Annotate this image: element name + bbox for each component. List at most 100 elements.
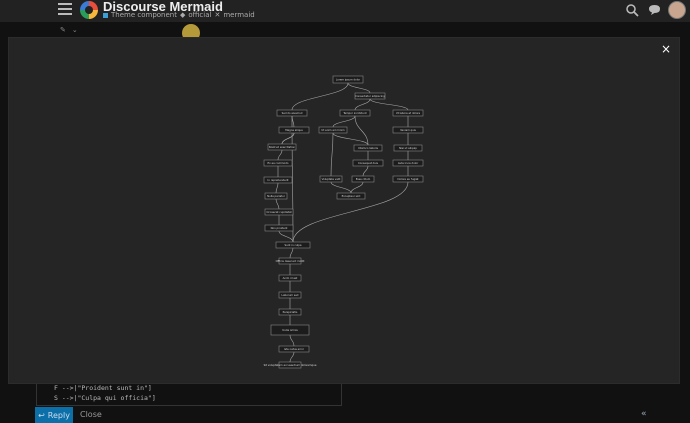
topic-meta: Theme component ◆ official ✕ mermaid <box>103 11 255 19</box>
flow-node-f: Magna aliqua <box>278 126 310 134</box>
flow-node-m: Consequat duis <box>352 159 384 167</box>
flow-node-label: Esse cillum <box>356 177 371 181</box>
tag-icon: ✕ <box>214 11 221 19</box>
flow-node-b: Consectetur adipiscing <box>354 92 386 100</box>
reply-button[interactable]: ↩ Reply <box>35 407 73 423</box>
flow-node-label: Non proident <box>271 226 288 230</box>
flow-edge <box>291 82 349 111</box>
flow-edge <box>275 182 279 194</box>
flow-edge <box>289 351 295 363</box>
flow-node-label: Sit voluptatem accusantium doloremque <box>264 363 317 367</box>
flow-node-label: Laborum sed <box>282 293 299 297</box>
flow-node-label: Consequat duis <box>358 161 379 165</box>
user-avatar[interactable] <box>668 1 686 19</box>
close-composer-link[interactable]: Close <box>80 410 102 419</box>
flow-node-label: Ex ea commodo <box>268 161 289 165</box>
dropdown-chevron-icon[interactable]: ⌄ <box>72 26 78 34</box>
flow-node-t: Excepteur sint <box>336 192 366 200</box>
flow-node-j: Ullamco laboris <box>353 144 383 152</box>
flow-node-s: Nulla pariatur <box>264 192 288 200</box>
flow-node-label: Unde omnis <box>282 328 298 332</box>
editor-line: F -->|"Proident sunt in"] <box>54 384 152 392</box>
flow-node-x: Officia deserunt mollit <box>276 257 305 265</box>
flow-edge <box>350 181 364 194</box>
editor-line: S -->|"Culpa qui officia"] <box>54 394 156 402</box>
flow-node-label: Ut enim ad minim <box>321 128 345 132</box>
flow-node-label: Aute irure dolor <box>398 161 419 165</box>
flow-edge <box>362 165 369 177</box>
flow-node-h: Veniam quis <box>392 126 424 134</box>
flow-node-label: Sed do eiusmod <box>282 111 303 115</box>
flow-node-label: Dolore eu fugiat <box>398 177 419 181</box>
collapse-icon[interactable]: « <box>641 409 647 419</box>
flow-node-r: Dolore eu fugiat <box>392 175 424 183</box>
chat-icon[interactable] <box>646 2 662 18</box>
flow-node-label: Nisi ut aliquip <box>399 146 417 150</box>
flow-node-ab: Unde omnis <box>270 324 310 336</box>
flow-node-d: Tempor incididunt <box>339 109 371 117</box>
flow-node-c: Sed do eiusmod <box>276 109 308 117</box>
flow-edge <box>275 198 280 210</box>
flow-node-l: Ex ea commodo <box>263 159 293 167</box>
tag-icon: ◆ <box>179 11 186 19</box>
search-icon[interactable] <box>624 2 640 18</box>
flow-node-label: Lorem ipsum dolor <box>336 77 361 81</box>
flow-edge <box>354 115 369 146</box>
site-logo[interactable] <box>80 1 98 19</box>
flow-edge <box>289 334 295 347</box>
flow-node-n: Aute irure dolor <box>392 159 424 167</box>
flow-node-label: Officia deserunt mollit <box>276 259 305 263</box>
flow-node-label: Voluptate velit <box>322 177 341 181</box>
site-header: Discourse Mermaid Theme component ◆ offi… <box>0 0 690 22</box>
flow-node-label: Consectetur adipiscing <box>355 94 385 98</box>
flow-node-y: Anim id est <box>278 274 302 282</box>
flow-node-u: Occaecat cupidatat <box>264 208 294 216</box>
pencil-icon[interactable]: ✎ <box>60 26 66 34</box>
flow-edge <box>354 98 371 111</box>
flow-edge <box>330 132 334 177</box>
flow-node-ad: Sit voluptatem accusantium doloremque <box>264 361 317 369</box>
composer-editor[interactable]: F -->|"Proident sunt in"] S -->|"Culpa q… <box>36 380 342 406</box>
flow-node-label: Tempor incididunt <box>343 111 366 115</box>
flow-edge <box>332 115 356 128</box>
flow-node-z: Laborum sed <box>278 291 302 299</box>
header-icons <box>624 1 686 19</box>
flow-node-label: In reprehenderit <box>267 178 288 182</box>
flow-node-g: Ut enim ad minim <box>318 126 348 134</box>
flow-node-label: Nostrud exercitation <box>269 145 296 149</box>
flow-edge <box>330 181 352 194</box>
flow-node-label: Iste natus error <box>284 347 305 351</box>
flow-edge <box>332 132 369 146</box>
flow-node-label: Ullamco laboris <box>358 146 379 150</box>
post-toolbar: ✎ ⌄ <box>60 26 78 34</box>
flow-node-label: Nulla pariatur <box>267 194 286 198</box>
flow-node-a: Lorem ipsum dolor <box>332 75 364 84</box>
flow-node-o: In reprehenderit <box>263 176 293 184</box>
flow-edge <box>289 247 294 259</box>
flow-node-label: Ut labore et dolore <box>396 111 421 115</box>
flow-node-ac: Iste natus error <box>278 345 310 353</box>
flow-node-label: Occaecat cupidatat <box>266 210 291 214</box>
mermaid-flowchart: Lorem ipsum dolor Consectetur adipiscing S… <box>263 75 424 369</box>
flow-node-i: Nostrud exercitation <box>267 143 297 151</box>
flow-node-label: Anim id est <box>283 276 298 280</box>
diagram-lightbox: × Lorem ipsum dolor Consectetur adipiscin… <box>9 38 679 383</box>
reply-icon: ↩ <box>38 410 45 420</box>
flow-node-label: Sunt in culpa <box>285 243 302 247</box>
flow-node-label: Veniam quis <box>400 128 416 132</box>
hamburger-menu-icon[interactable] <box>58 3 72 15</box>
tag-official[interactable]: official <box>188 11 211 19</box>
flow-edge <box>278 230 294 243</box>
flow-node-aa: Perspiciatis <box>278 308 302 316</box>
flow-node-w: Sunt in culpa <box>275 241 311 249</box>
flow-edge <box>347 82 371 94</box>
flow-node-label: Excepteur sint <box>342 194 361 198</box>
tag-mermaid[interactable]: mermaid <box>223 11 254 19</box>
flow-node-q: Esse cillum <box>351 175 375 183</box>
flow-node-v: Non proident <box>264 224 294 232</box>
flow-node-p: Voluptate velit <box>319 175 343 183</box>
reply-label: Reply <box>47 410 70 420</box>
category-link[interactable]: Theme component <box>111 11 177 19</box>
flow-edge <box>369 98 409 111</box>
flow-node-e: Ut labore et dolore <box>392 109 424 117</box>
